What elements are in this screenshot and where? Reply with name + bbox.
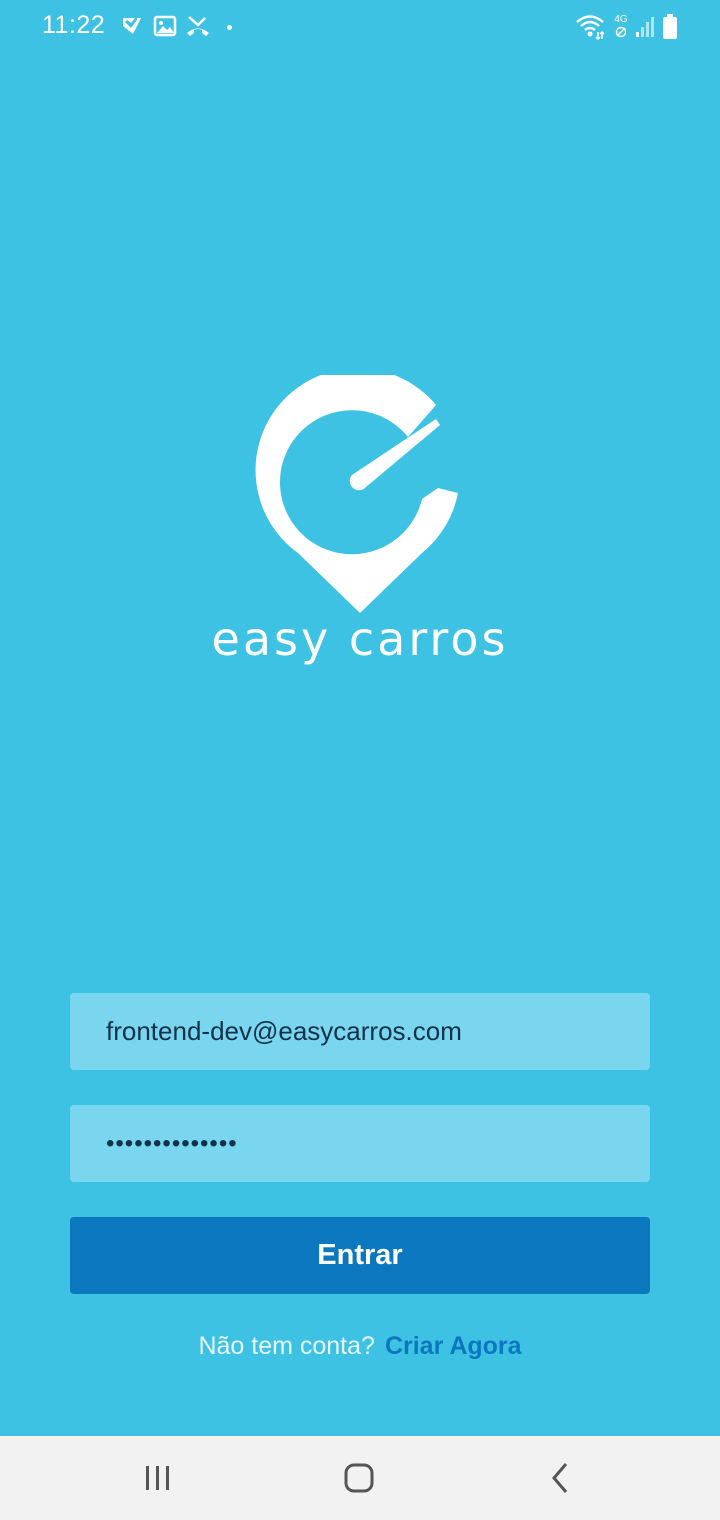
status-bar: 11:22 4G <box>0 0 720 56</box>
checkbox-icon <box>123 18 141 34</box>
status-time: 11:22 <box>42 11 106 39</box>
signal-icon <box>636 17 654 37</box>
home-icon[interactable] <box>339 1458 379 1498</box>
signup-row: Não tem conta? Criar Agora <box>0 1332 720 1361</box>
login-button[interactable]: Entrar <box>70 1217 650 1294</box>
recent-apps-icon[interactable] <box>138 1458 178 1498</box>
signup-prompt: Não tem conta? <box>198 1332 375 1360</box>
network-label: 4G <box>614 14 628 25</box>
missed-call-icon <box>187 16 209 36</box>
email-field[interactable]: frontend-dev@easycarros.com <box>70 993 650 1070</box>
password-field[interactable]: •••••••••••••• <box>70 1105 650 1182</box>
image-icon <box>153 15 177 37</box>
login-button-label: Entrar <box>317 1239 403 1271</box>
wifi-icon <box>576 15 605 40</box>
email-value: frontend-dev@easycarros.com <box>106 1016 462 1046</box>
back-icon[interactable] <box>540 1458 580 1498</box>
battery-icon <box>663 14 677 39</box>
create-account-link[interactable]: Criar Agora <box>385 1332 522 1360</box>
4g-icon: 4G <box>612 14 630 40</box>
dot-icon <box>227 25 232 30</box>
system-nav-bar <box>0 1436 720 1520</box>
password-value: •••••••••••••• <box>106 1129 238 1157</box>
logo-text: easy carros <box>211 612 509 666</box>
